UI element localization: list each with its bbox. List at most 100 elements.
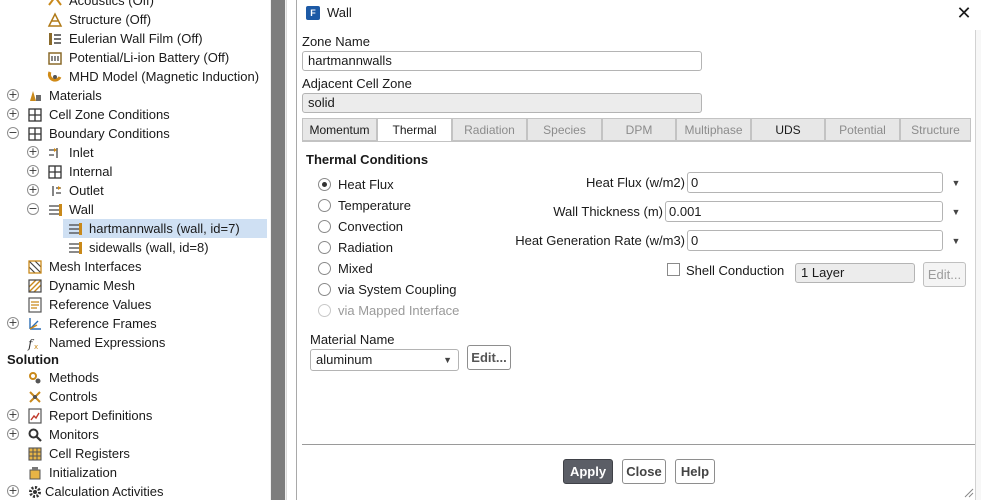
expand-toggle[interactable]: +: [7, 428, 19, 440]
tree-item-reference-frames[interactable]: + Reference Frames: [0, 314, 270, 333]
radio-via-system-coupling[interactable]: via System Coupling: [318, 281, 468, 299]
expand-toggle[interactable]: +: [27, 146, 39, 158]
tree-item-potential[interactable]: Potential/Li-ion Battery (Off): [0, 48, 270, 67]
tree-item-named-expressions[interactable]: fx Named Expressions: [0, 333, 270, 352]
radio-mixed[interactable]: Mixed: [318, 260, 438, 278]
radio-label: via Mapped Interface: [338, 303, 460, 318]
tree-item-methods[interactable]: Methods: [0, 368, 270, 387]
radio-button[interactable]: [318, 199, 331, 212]
tree-item-mesh-interfaces[interactable]: Mesh Interfaces: [0, 257, 270, 276]
cell-zone-icon: [28, 108, 42, 122]
tree-item-calculation-activities[interactable]: + Calculation Activities: [0, 482, 270, 500]
gear-icon: [29, 486, 41, 498]
material-select-value: aluminum: [316, 352, 373, 367]
chevron-down-icon: ▼: [443, 355, 452, 365]
chevron-down-icon[interactable]: ▼: [949, 205, 963, 219]
expand-toggle[interactable]: +: [27, 165, 39, 177]
reference-values-icon: [28, 297, 42, 313]
tree-item-monitors[interactable]: + Monitors: [0, 425, 270, 444]
tree-item-outlet[interactable]: + Outlet: [0, 181, 270, 200]
material-edit-button[interactable]: Edit...: [467, 345, 511, 370]
tree-item-cell-zone-conditions[interactable]: + Cell Zone Conditions: [0, 105, 270, 124]
chevron-down-icon[interactable]: ▼: [949, 234, 963, 248]
tree-item-materials[interactable]: + Materials: [0, 86, 270, 105]
controls-icon: [29, 391, 41, 403]
tab-uds[interactable]: UDS: [751, 118, 825, 141]
tab-species[interactable]: Species: [527, 118, 602, 141]
tab-structure[interactable]: Structure: [900, 118, 971, 141]
radio-button[interactable]: [318, 220, 331, 233]
radio-heat-flux[interactable]: Heat Flux: [318, 176, 438, 194]
radio-convection[interactable]: Convection: [318, 218, 438, 236]
chevron-down-icon[interactable]: ▼: [949, 176, 963, 190]
zone-name-input[interactable]: hartmannwalls: [302, 51, 702, 71]
expand-toggle[interactable]: +: [7, 89, 19, 101]
wall-icon: [49, 204, 62, 216]
expand-toggle[interactable]: +: [7, 409, 19, 421]
close-button[interactable]: Close: [622, 459, 666, 484]
material-select[interactable]: aluminum ▼: [310, 349, 459, 371]
tree-item-internal[interactable]: + Internal: [0, 162, 270, 181]
apply-button[interactable]: Apply: [563, 459, 613, 484]
tree-item-label: Monitors: [49, 427, 99, 442]
tab-potential[interactable]: Potential: [825, 118, 900, 141]
tree-item-label: hartmannwalls (wall, id=7): [89, 221, 240, 236]
outlet-icon: [52, 186, 61, 196]
radio-button[interactable]: [318, 262, 331, 275]
tree-item-reference-values[interactable]: Reference Values: [0, 295, 270, 314]
collapse-toggle[interactable]: −: [27, 203, 39, 215]
tree-item-inlet[interactable]: + Inlet: [0, 143, 270, 162]
axes-icon: [29, 318, 41, 330]
shell-conduction-checkbox[interactable]: [667, 263, 680, 276]
outline-tree: Acoustics (Off) Structure (Off) Eulerian…: [0, 0, 270, 500]
radio-button[interactable]: [318, 283, 331, 296]
radio-radiation[interactable]: Radiation: [318, 239, 438, 257]
expand-toggle[interactable]: +: [7, 485, 19, 497]
heat-generation-rate-input[interactable]: 0: [687, 230, 943, 251]
tree-item-boundary-conditions[interactable]: − Boundary Conditions: [0, 124, 270, 143]
tree-item-report-definitions[interactable]: + Report Definitions: [0, 406, 270, 425]
dynamic-mesh-icon: [28, 279, 42, 293]
expand-toggle[interactable]: +: [7, 317, 19, 329]
tab-momentum[interactable]: Momentum: [302, 118, 377, 141]
boundary-icon: [28, 127, 42, 141]
expand-toggle[interactable]: +: [7, 108, 19, 120]
radio-button[interactable]: [318, 178, 331, 191]
tree-item-wall[interactable]: − Wall: [0, 200, 270, 219]
tree-item-controls[interactable]: Controls: [0, 387, 270, 406]
function-icon: fx: [27, 337, 38, 351]
tree-item-sidewalls[interactable]: sidewalls (wall, id=8): [0, 238, 270, 257]
tab-bar: Momentum Thermal Radiation Species DPM M…: [302, 118, 971, 142]
radio-temperature[interactable]: Temperature: [318, 197, 438, 215]
magnifier-icon: [28, 428, 42, 442]
wall-thickness-input[interactable]: 0.001: [665, 201, 943, 222]
tree-item-initialization[interactable]: Initialization: [0, 463, 270, 482]
tab-thermal[interactable]: Thermal: [377, 118, 452, 142]
help-button[interactable]: Help: [675, 459, 715, 484]
mesh-interfaces-icon: [28, 260, 42, 274]
tab-radiation[interactable]: Radiation: [452, 118, 527, 141]
tree-item-eulerian-wall-film[interactable]: Eulerian Wall Film (Off): [0, 29, 270, 48]
panel-splitter[interactable]: [286, 0, 296, 500]
close-icon[interactable]: ✕: [954, 3, 974, 23]
tree-scrollbar-thumb[interactable]: [271, 0, 285, 500]
dialog-edge: [975, 30, 981, 500]
wall-icon: [69, 223, 82, 235]
radio-button[interactable]: [318, 241, 331, 254]
tree-item-hartmannwalls[interactable]: hartmannwalls (wall, id=7): [0, 219, 270, 238]
tree-item-label: Methods: [49, 370, 99, 385]
tree-item-label: Potential/Li-ion Battery (Off): [69, 50, 230, 65]
tree-item-dynamic-mesh[interactable]: Dynamic Mesh: [0, 276, 270, 295]
tree-item-acoustics[interactable]: Acoustics (Off): [0, 0, 270, 10]
tree-item-cell-registers[interactable]: Cell Registers: [0, 444, 270, 463]
tab-dpm[interactable]: DPM: [602, 118, 676, 141]
resize-grip-icon[interactable]: [962, 486, 974, 498]
collapse-toggle[interactable]: −: [7, 127, 19, 139]
tree-item-mhd-model[interactable]: MHD Model (Magnetic Induction): [0, 67, 270, 86]
heat-flux-input[interactable]: 0: [687, 172, 943, 193]
tree-item-label: Controls: [49, 389, 98, 404]
expand-toggle[interactable]: +: [27, 184, 39, 196]
tree-item-structure[interactable]: Structure (Off): [0, 10, 270, 29]
shell-conduction-label: Shell Conduction: [686, 263, 785, 278]
tab-multiphase[interactable]: Multiphase: [676, 118, 751, 141]
